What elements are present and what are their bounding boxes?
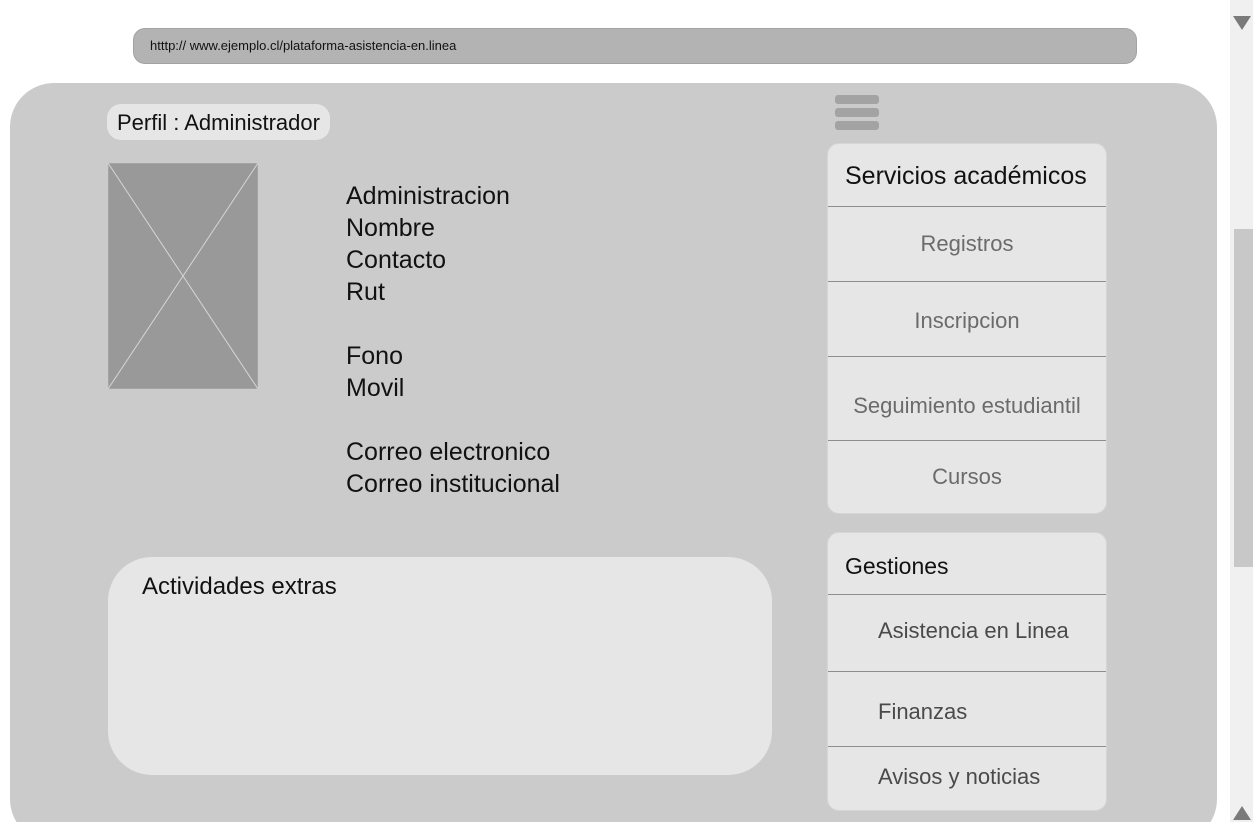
academic-services-title: Servicios académicos [828, 144, 1106, 207]
scroll-down-arrow-icon[interactable] [1233, 16, 1251, 30]
info-phone: Fono [346, 342, 403, 370]
menu-item-finanzas[interactable]: Finanzas [828, 672, 1106, 747]
extra-activities-title: Actividades extras [142, 573, 337, 600]
menu-item-avisos-y-noticias[interactable]: Avisos y noticias [828, 747, 1106, 810]
extra-activities-panel: Actividades extras [108, 557, 772, 775]
menu-item-cursos[interactable]: Cursos [828, 441, 1106, 513]
menu-item-asistencia-en-linea[interactable]: Asistencia en Linea [828, 595, 1106, 672]
profile-info: Administracion Nombre Contacto Rut Fono … [346, 180, 560, 500]
avatar-placeholder-image [108, 163, 258, 389]
info-role: Administracion [346, 182, 510, 210]
academic-services-menu: Servicios académicos Registros Inscripci… [827, 143, 1107, 514]
menu-item-inscripcion[interactable]: Inscripcion [828, 282, 1106, 357]
profile-label: Perfil : Administrador [107, 104, 330, 140]
info-email: Correo electronico [346, 438, 551, 466]
info-institutional-email: Correo institucional [346, 470, 560, 498]
info-name: Nombre [346, 214, 435, 242]
info-mobile: Movil [346, 374, 405, 402]
hamburger-menu-icon[interactable] [835, 95, 879, 137]
scroll-thumb[interactable] [1234, 229, 1253, 567]
management-menu: Gestiones Asistencia en Linea Finanzas A… [827, 532, 1107, 811]
menu-item-registros[interactable]: Registros [828, 207, 1106, 282]
management-title: Gestiones [828, 533, 1106, 595]
scroll-up-arrow-icon[interactable] [1233, 806, 1251, 820]
vertical-scrollbar[interactable] [1230, 0, 1253, 822]
menu-item-seguimiento-estudiantil[interactable]: Seguimiento estudiantil [828, 357, 1106, 441]
info-rut: Rut [346, 278, 385, 306]
info-contact: Contacto [346, 246, 447, 274]
address-bar[interactable]: htttp:// www.ejemplo.cl/plataforma-asist… [133, 28, 1137, 64]
